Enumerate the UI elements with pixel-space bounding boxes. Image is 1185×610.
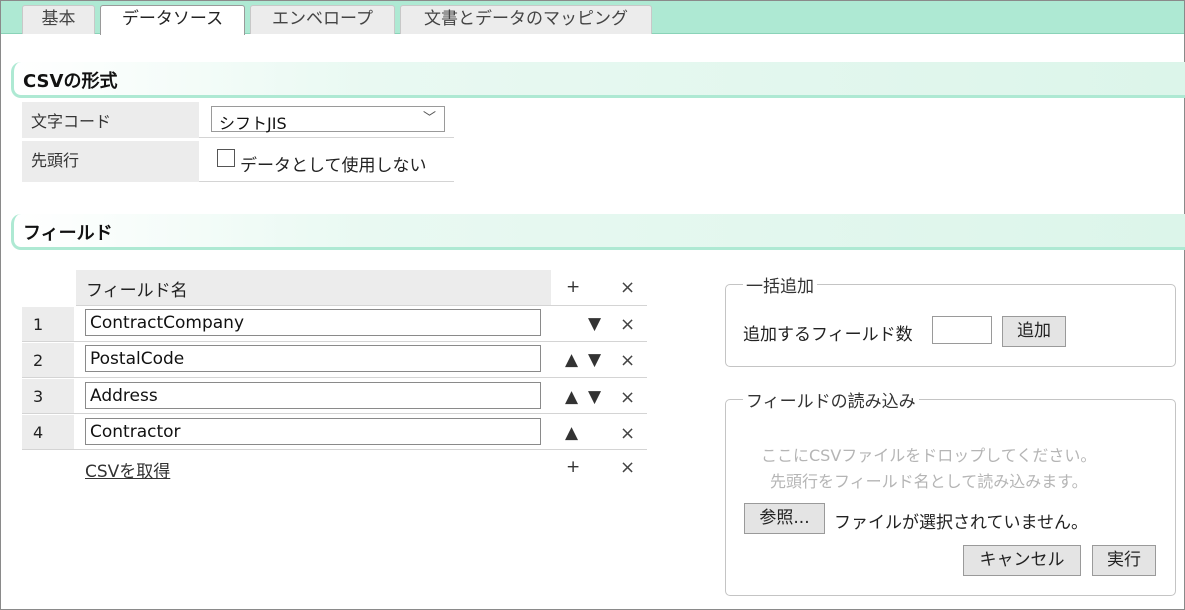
browse-button[interactable]: 参照...	[744, 503, 825, 534]
table-row-number: 4	[22, 415, 74, 449]
encoding-label: 文字コード	[22, 102, 199, 138]
bulk-add-button[interactable]: 追加	[1002, 316, 1066, 347]
table-row-number: 3	[22, 379, 74, 413]
drop-zone-text-line1: ここにCSVファイルをドロップしてください。	[761, 446, 1097, 465]
drop-zone-text-line2: 先頭行をフィールド名として読み込みます。	[770, 472, 1088, 491]
field-count-label: 追加するフィールド数	[743, 325, 913, 345]
move-up-icon[interactable]: ▲	[565, 423, 578, 443]
delete-field-button[interactable]: ×	[620, 423, 635, 444]
add-field-top-button[interactable]: +	[566, 277, 580, 297]
header-row-checkbox[interactable]	[217, 149, 235, 167]
field-name-input[interactable]: Contractor	[85, 418, 541, 445]
header-row-label: 先頭行	[22, 141, 199, 182]
encoding-select[interactable]: シフトJIS ﹀	[211, 106, 445, 133]
tab-document-data-mapping[interactable]: 文書とデータのマッピング	[400, 5, 652, 34]
delete-field-button[interactable]: ×	[620, 387, 635, 408]
field-name-input[interactable]: Address	[85, 382, 541, 409]
import-legend: フィールドの読み込み	[743, 387, 919, 412]
delete-field-button[interactable]: ×	[620, 350, 635, 371]
csv-format-section-header: CSVの形式	[11, 62, 1185, 98]
tab-datasource[interactable]: データソース	[100, 5, 245, 35]
field-count-input[interactable]	[932, 316, 992, 344]
tab-basic[interactable]: 基本	[22, 5, 95, 34]
field-name-input[interactable]: ContractCompany	[85, 309, 541, 336]
encoding-select-value: シフトJIS	[219, 114, 287, 133]
table-divider	[22, 449, 647, 450]
move-down-icon[interactable]: ▼	[588, 387, 601, 407]
table-divider	[22, 341, 647, 342]
table-divider	[22, 377, 647, 378]
move-up-icon[interactable]: ▲	[565, 387, 578, 407]
delete-field-button[interactable]: ×	[620, 314, 635, 335]
header-row-checkbox-label[interactable]: データとして使用しない	[240, 151, 427, 176]
delete-all-fields-button[interactable]: ×	[620, 277, 635, 298]
field-name-column-header: フィールド名	[76, 270, 551, 305]
bulk-add-legend: 一括追加	[743, 272, 817, 297]
delete-all-fields-bottom-button[interactable]: ×	[620, 457, 635, 478]
table-divider	[22, 413, 647, 414]
get-csv-link[interactable]: CSVを取得	[85, 457, 170, 482]
tab-bar: 基本 データソース エンベロープ 文書とデータのマッピング	[1, 1, 1184, 35]
move-up-icon[interactable]: ▲	[565, 350, 578, 370]
chevron-down-icon: ﹀	[422, 111, 436, 126]
add-field-bottom-button[interactable]: +	[566, 457, 580, 477]
cancel-button[interactable]: キャンセル	[963, 545, 1081, 576]
table-divider	[76, 305, 647, 306]
run-button[interactable]: 実行	[1092, 545, 1156, 576]
field-name-input[interactable]: PostalCode	[85, 345, 541, 372]
table-row-number: 1	[22, 307, 74, 341]
fields-section-header: フィールド	[11, 214, 1185, 250]
no-file-selected-text: ファイルが選択されていません。	[834, 513, 1088, 533]
move-down-icon[interactable]: ▼	[588, 314, 601, 334]
move-down-icon[interactable]: ▼	[588, 350, 601, 370]
tab-envelope[interactable]: エンベロープ	[250, 5, 395, 34]
table-row-number: 2	[22, 343, 74, 377]
